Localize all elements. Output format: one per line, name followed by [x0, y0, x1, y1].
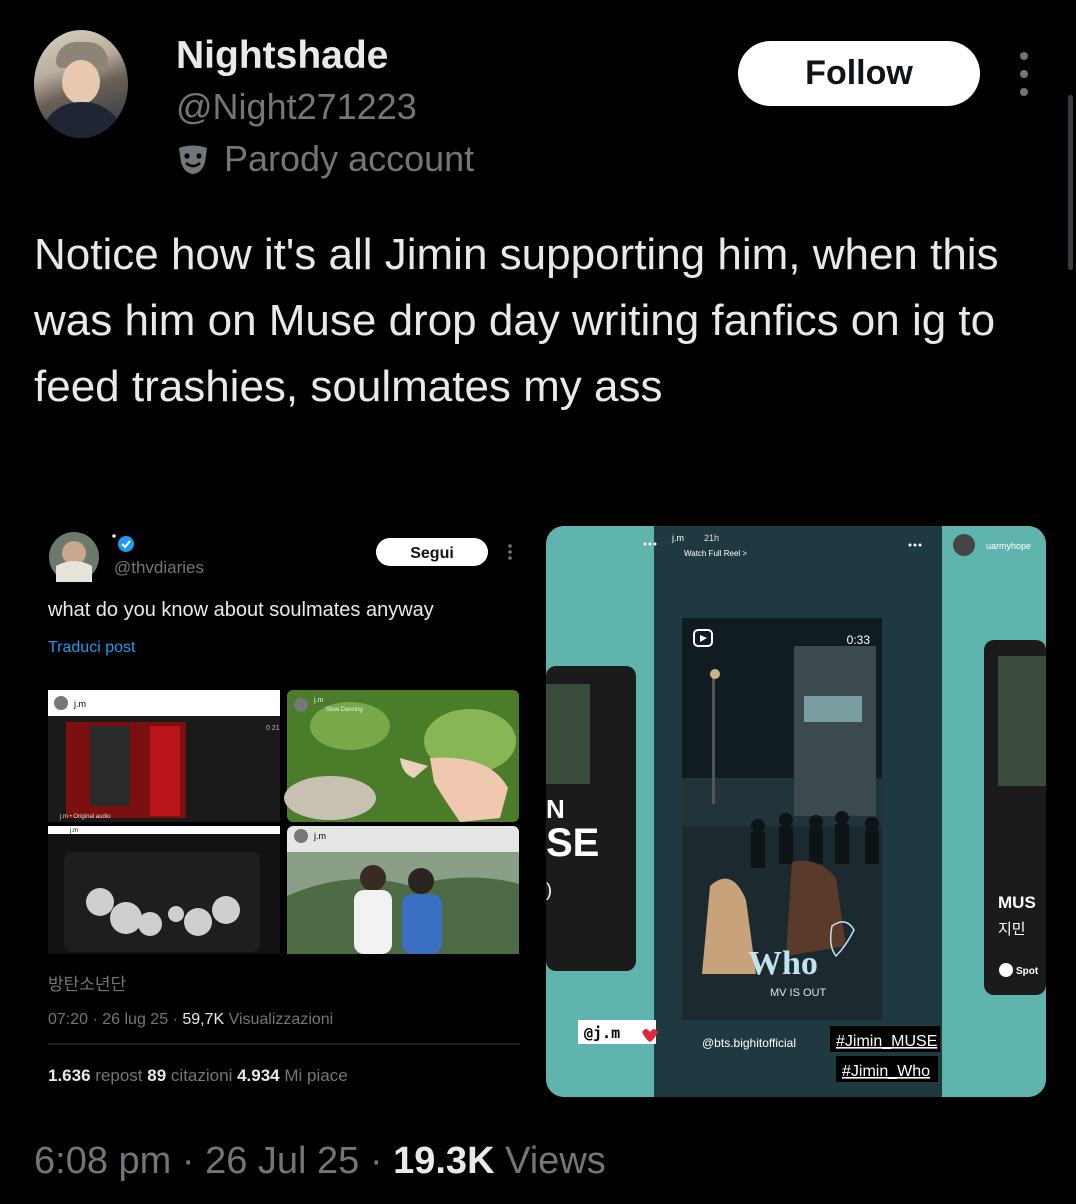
svg-text:Segui: Segui — [410, 545, 454, 562]
tile1-extra: 0 21 — [266, 725, 280, 732]
tile3-user: j.m — [69, 828, 78, 834]
quoted-meta-views-label: Visualizzazioni — [224, 1011, 333, 1028]
left-card-letters2: SE — [546, 821, 599, 865]
mention-sticker: @j.m — [584, 1024, 620, 1042]
meta-separator: · — [369, 1140, 383, 1182]
quoted-text: what do you know about soulmates anyway — [47, 599, 434, 621]
reposts-count: 1.636 — [48, 1066, 91, 1085]
quoted-handle: @thvdiaries — [114, 558, 204, 577]
credit-text: @bts.bighitofficial — [702, 1036, 796, 1050]
right-user: uarmyhope — [986, 541, 1031, 551]
quoted-meta-time: 07:20 · 26 lug 25 · — [48, 1011, 182, 1028]
follow-button[interactable]: Follow — [738, 41, 980, 106]
tile1-audio: j.m • Original audio — [59, 814, 111, 820]
translate-link: Traduci post — [48, 639, 136, 656]
reposts-label: repost — [95, 1066, 143, 1085]
hashtag-who: #Jimin_Who — [842, 1063, 930, 1080]
attached-image-quoted-post[interactable]: @thvdiaries Segui what do you know about… — [30, 526, 539, 1097]
likes-count: 4.934 — [237, 1066, 280, 1085]
avatar-coat — [40, 102, 124, 138]
parody-label: Parody account — [176, 138, 474, 180]
author-avatar[interactable] — [34, 30, 128, 138]
right-card-korean: 지민 — [998, 920, 1026, 938]
author-handle[interactable]: @Night271223 — [176, 86, 417, 128]
who-title: Who — [748, 945, 818, 982]
tile2-user: j.m — [313, 697, 324, 704]
quotes-label: citazioni — [171, 1066, 232, 1085]
story-user: j.m — [671, 533, 684, 543]
tile1-user: j.m — [73, 699, 86, 709]
svg-text:): ) — [546, 880, 552, 900]
tile4-user: j.m — [313, 831, 326, 841]
tile2-sub: Slow Dancing — [326, 707, 363, 713]
mv-label: MV IS OUT — [770, 987, 827, 999]
quoted-media-grid: j.m 0 21 j.m • Original audio j.m Slow D… — [48, 690, 519, 954]
theater-masks-icon — [179, 145, 207, 174]
views-label: Views — [505, 1140, 606, 1182]
quoted-meta-views: 59,7K — [182, 1011, 224, 1028]
likes-label: Mi piace — [284, 1066, 347, 1085]
hashtag-muse: #Jimin_MUSE — [836, 1033, 937, 1050]
views-count: 19.3K — [393, 1140, 495, 1182]
parody-text: Parody account — [224, 138, 475, 179]
quoted-more-icon — [508, 544, 512, 560]
post-time[interactable]: 6:08 pm — [34, 1140, 171, 1182]
watch-reel-link: Watch Full Reel > — [684, 549, 747, 558]
post-text: Notice how it's all Jimin supporting him… — [34, 230, 999, 411]
meta-separator: · — [181, 1140, 195, 1182]
quoted-post-screenshot: @thvdiaries Segui what do you know about… — [47, 532, 520, 1085]
svg-text:1.636 repost 89 citazioni: 1.636 repost 89 citazioni 4.934 Mi piace — [48, 1066, 348, 1085]
quoted-caption: 방탄소년단 — [48, 975, 127, 995]
reel-timer: 0:33 — [847, 633, 871, 647]
story-time: 21h — [704, 533, 719, 543]
quotes-count: 89 — [147, 1066, 166, 1085]
attached-image-story[interactable]: N SE ) j.m 21h Watch Full Reel > uarmyho… — [546, 526, 1046, 1097]
right-card-spotify: Spot — [1016, 966, 1039, 977]
avatar-face — [62, 60, 100, 104]
left-card-letters1: N — [546, 794, 565, 824]
right-card-title: MUS — [998, 893, 1036, 912]
scrollbar[interactable] — [1068, 95, 1073, 270]
author-name[interactable]: Nightshade — [176, 34, 388, 78]
svg-text:07:20 · 26 lug 25 · 59,7K Visu: 07:20 · 26 lug 25 · 59,7K Visualizzazion… — [48, 1011, 333, 1028]
more-options-icon[interactable] — [1012, 52, 1036, 96]
post-meta: 6:08 pm · 26 Jul 25 · 19.3K Views — [34, 1140, 606, 1183]
post-date[interactable]: 26 Jul 25 — [205, 1140, 359, 1182]
story-screenshot: N SE ) j.m 21h Watch Full Reel > uarmyho… — [546, 526, 1046, 1097]
verified-badge-icon — [118, 536, 134, 552]
